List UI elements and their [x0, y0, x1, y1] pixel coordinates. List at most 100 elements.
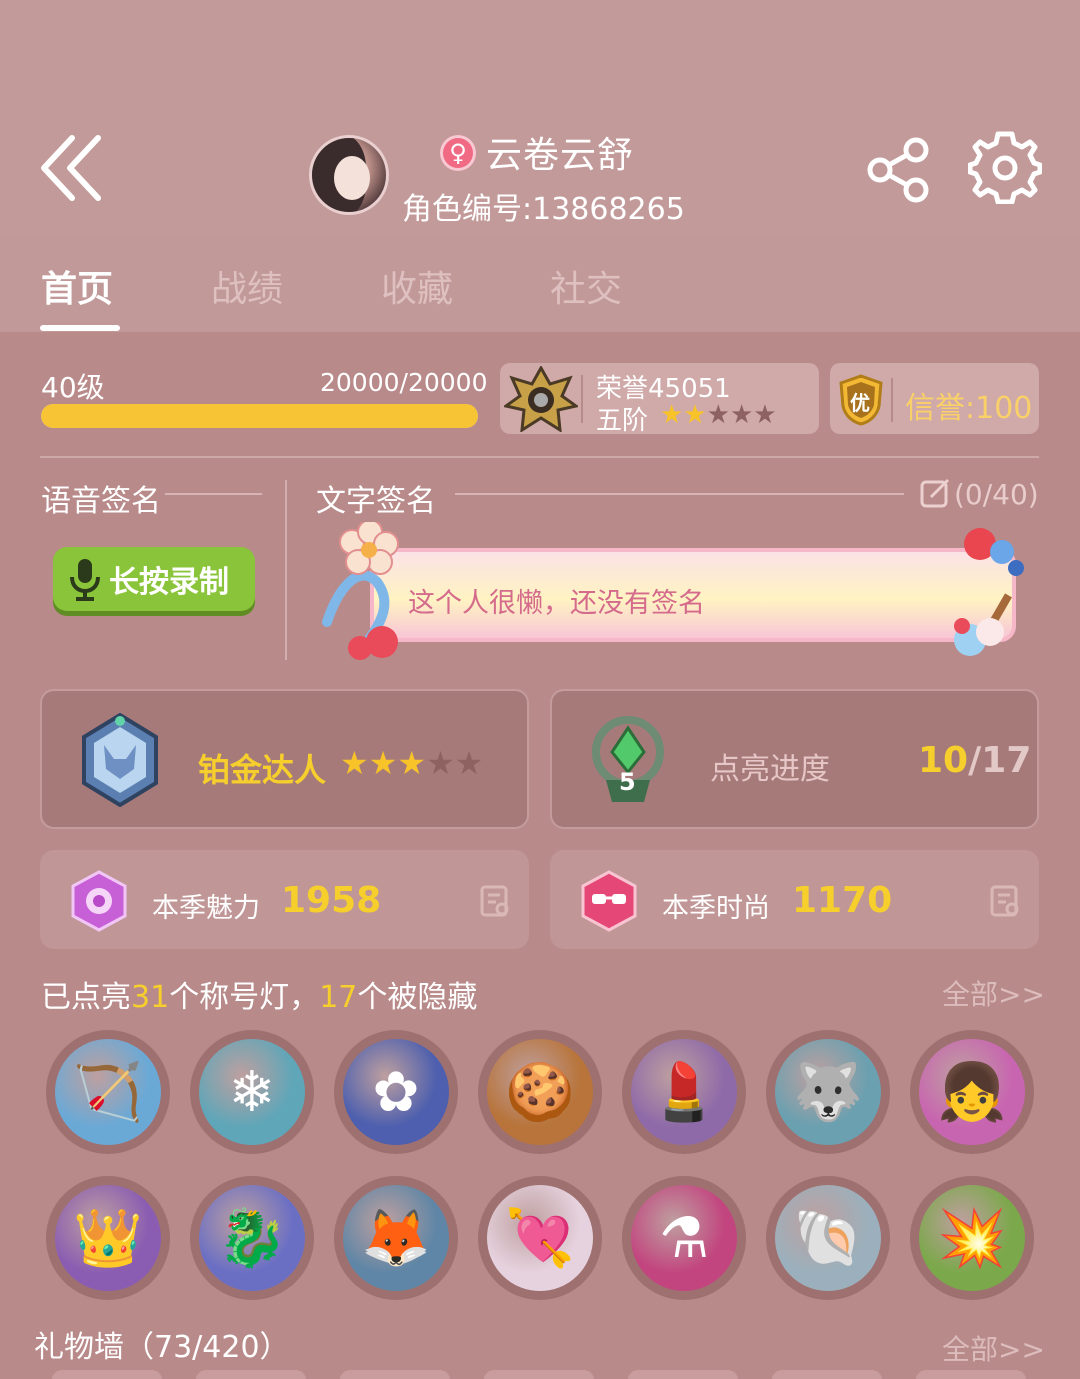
gift-wall-title: 礼物墙（73/420）	[34, 1330, 290, 1365]
lipstick-icon: 💄	[631, 1039, 737, 1145]
ice-crystal-icon: ❄	[199, 1039, 305, 1145]
female-icon: ♀	[440, 135, 476, 171]
credit-shield-icon: 优	[838, 374, 884, 426]
sunglasses-hexagon-icon	[580, 870, 638, 932]
title-badge[interactable]: 💥	[910, 1176, 1034, 1300]
tab-collection[interactable]: 收藏	[381, 260, 453, 312]
title-badge[interactable]: 💄	[622, 1030, 746, 1154]
platinum-stars: ★ ★ ★ ★ ★	[340, 745, 483, 781]
fashion-value: 1170	[792, 880, 893, 921]
title-badge[interactable]: 🐉	[190, 1176, 314, 1300]
star-icon: ★	[660, 400, 684, 430]
star-icon: ★	[683, 400, 707, 430]
tab-home[interactable]: 首页	[41, 260, 113, 312]
light-progress-value: 10/17	[918, 740, 1032, 781]
crossbow-icon: 🏹	[55, 1039, 161, 1145]
title-badge[interactable]: 👧	[910, 1030, 1034, 1154]
role-id: 角色编号:13868265	[402, 192, 685, 227]
voice-title-line	[165, 493, 262, 495]
title-badge[interactable]: 🏹	[46, 1030, 170, 1154]
exp-progress-fill	[41, 404, 478, 428]
golden-cannon-icon: 💥	[919, 1185, 1025, 1291]
credit-score: 信誉:100	[905, 391, 1033, 426]
share-button[interactable]	[866, 134, 938, 206]
tab-record[interactable]: 战绩	[211, 260, 283, 312]
section-divider	[40, 456, 1039, 458]
edit-icon[interactable]	[919, 477, 951, 509]
star-icon: ★	[340, 744, 369, 782]
gift-wall-view-all-link[interactable]: 全部>>	[942, 1328, 1045, 1368]
avatar[interactable]	[309, 135, 389, 215]
text-signature-title-line	[455, 493, 904, 495]
gift-tile[interactable]	[340, 1370, 450, 1379]
gift-tile[interactable]	[772, 1370, 882, 1379]
title-badge[interactable]: 💘	[478, 1176, 602, 1300]
exp-value: 20000/20000	[320, 368, 488, 397]
gift-tile[interactable]	[916, 1370, 1026, 1379]
detail-list-icon[interactable]	[990, 885, 1022, 919]
title-badge[interactable]: 👑	[46, 1176, 170, 1300]
purple-flower-icon: ✿	[343, 1039, 449, 1145]
title-badge[interactable]: 🍪	[478, 1030, 602, 1154]
rose-hexagon-icon	[70, 870, 128, 932]
exp-progress-bar	[41, 404, 478, 428]
record-voice-label: 长按录制	[109, 565, 229, 600]
wolf-icon: 🐺	[775, 1039, 881, 1145]
gift-tile[interactable]	[628, 1370, 738, 1379]
nickname: 云卷云舒	[486, 135, 635, 176]
level-label: 40级	[41, 371, 105, 404]
platinum-title: 铂金达人	[198, 751, 327, 789]
anime-girl-icon: 👧	[919, 1039, 1025, 1145]
purple-dragon-icon: 🐉	[199, 1185, 305, 1291]
gear-icon	[967, 131, 1043, 205]
title-badge[interactable]: 🐺	[766, 1030, 890, 1154]
tab-social[interactable]: 社交	[550, 260, 622, 312]
star-icon: ★	[397, 744, 427, 782]
title-badge[interactable]: 🐚	[766, 1176, 890, 1300]
star-icon: ★	[729, 400, 754, 430]
charm-label: 本季魅力	[152, 893, 260, 924]
titles-view-all-link[interactable]: 全部>>	[942, 973, 1045, 1013]
gift-tile[interactable]	[484, 1370, 594, 1379]
light-badge-level: 5	[619, 768, 636, 796]
settings-button[interactable]	[967, 130, 1043, 205]
crown-icon: 👑	[55, 1185, 161, 1291]
microphone-icon	[70, 559, 100, 601]
light-progress-label: 点亮进度	[710, 752, 830, 787]
title-badge[interactable]: ✿	[334, 1030, 458, 1154]
title-badge[interactable]: ❄	[190, 1030, 314, 1154]
fashion-label: 本季时尚	[662, 893, 770, 924]
star-icon: ★	[706, 400, 730, 430]
tab-active-indicator	[40, 325, 120, 331]
golden-potion-icon: ⚗	[631, 1185, 737, 1291]
title-badge[interactable]: ⚗	[622, 1176, 746, 1300]
gift-tile[interactable]	[52, 1370, 162, 1379]
share-icon	[867, 137, 929, 203]
green-gem-emblem-icon: 5	[588, 712, 668, 806]
star-icon: ★	[753, 400, 777, 430]
signature-char-count: (0/40)	[954, 478, 1039, 511]
detail-list-icon[interactable]	[480, 885, 512, 919]
star-icon: ★	[368, 744, 398, 782]
voice-signature-title: 语音签名	[41, 484, 161, 519]
heart-arrow-icon: 💘	[487, 1185, 593, 1291]
star-icon: ★	[454, 744, 484, 782]
back-button[interactable]	[36, 128, 116, 208]
dessert-icon	[954, 528, 1024, 656]
wolf-emblem-icon	[80, 712, 160, 808]
gift-tile[interactable]	[196, 1370, 306, 1379]
credit-divider	[891, 378, 893, 422]
record-voice-button[interactable]: 长按录制	[53, 547, 255, 611]
signature-divider	[285, 480, 287, 660]
credit-badge-text: 优	[850, 391, 870, 415]
gingerbread-icon: 🍪	[487, 1039, 593, 1145]
ice-fox-icon: 🦊	[343, 1185, 449, 1291]
text-signature-title: 文字签名	[316, 484, 436, 519]
honor-rank: 五阶	[596, 406, 649, 436]
shell-icon: 🐚	[775, 1185, 881, 1291]
charm-value: 1958	[281, 880, 382, 921]
star-icon: ★	[426, 744, 455, 782]
title-badge[interactable]: 🦊	[334, 1176, 458, 1300]
honor-divider	[581, 375, 583, 423]
double-chevron-left-icon	[41, 135, 101, 201]
